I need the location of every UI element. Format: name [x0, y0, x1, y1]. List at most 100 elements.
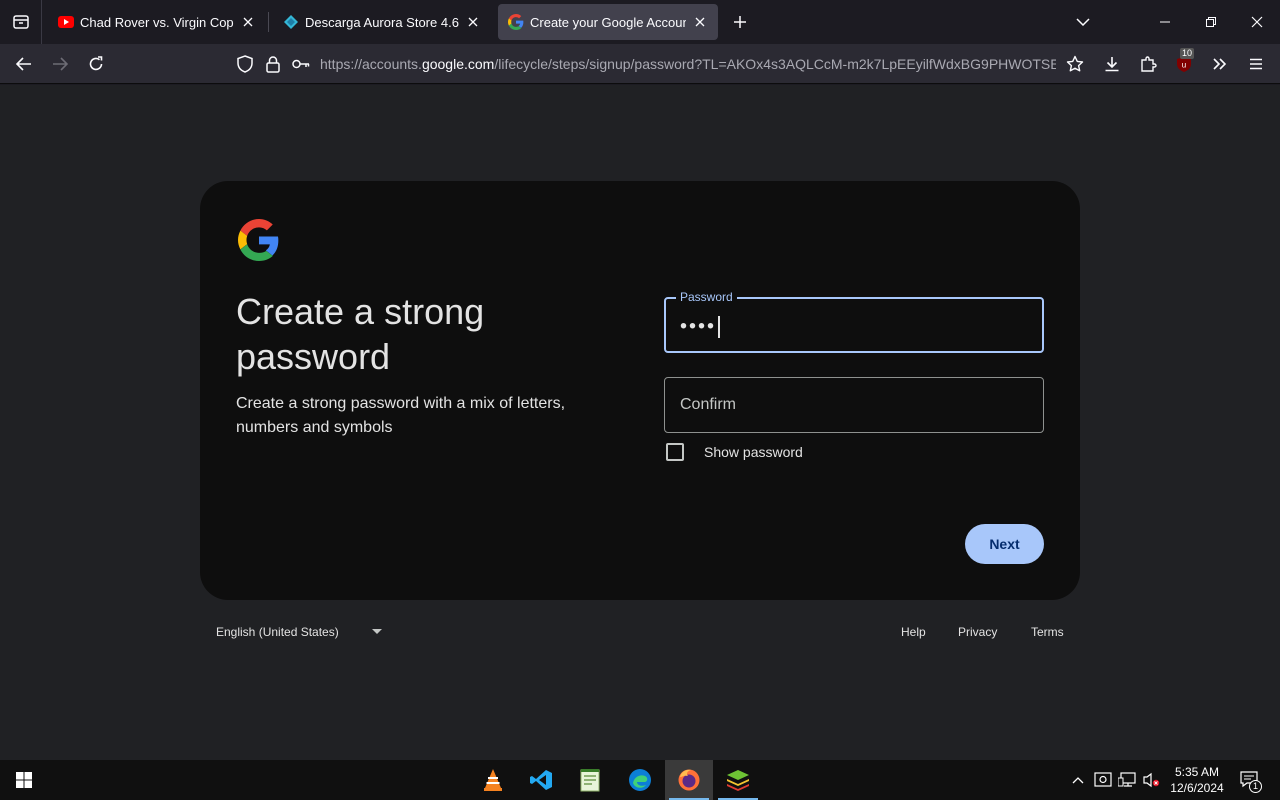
text-caret [718, 316, 721, 338]
arrow-left-icon [16, 57, 31, 71]
clock-time: 5:35 AM [1174, 765, 1220, 779]
minimize-button[interactable] [1142, 0, 1188, 44]
firefox-view-button[interactable] [0, 0, 42, 44]
chevron-down-icon [1076, 18, 1090, 26]
key-icon[interactable] [290, 53, 312, 75]
menu-button[interactable] [1242, 50, 1270, 78]
downloads-button[interactable] [1098, 50, 1126, 78]
confirm-password-field[interactable]: Confirm [664, 377, 1044, 433]
vlc-icon [484, 769, 502, 791]
navigation-toolbar: https://accounts.google.com/lifecycle/st… [0, 44, 1280, 84]
language-selector[interactable]: English (United States) [216, 625, 339, 639]
forward-button[interactable] [46, 50, 74, 78]
tab-youtube[interactable]: Chad Rover vs. Virgin Copilot - [48, 4, 266, 40]
page-footer: English (United States) Help Privacy Ter… [216, 625, 1064, 645]
double-chevron-right-icon [1213, 58, 1227, 70]
list-all-tabs-button[interactable] [1060, 0, 1106, 44]
new-tab-button[interactable] [728, 10, 752, 34]
privacy-link[interactable]: Privacy [958, 625, 997, 639]
help-link[interactable]: Help [901, 625, 926, 639]
taskbar-firefox[interactable] [665, 760, 713, 800]
youtube-icon [58, 14, 74, 30]
vscode-icon [530, 770, 552, 790]
password-value[interactable]: •••• [680, 316, 721, 338]
windows-taskbar: 5:35 AM 12/6/2024 1 [0, 760, 1280, 800]
windows-logo-icon [16, 772, 32, 788]
signup-card: Create a strong password Create a strong… [200, 181, 1080, 600]
tab-aurora-store[interactable]: Descarga Aurora Store 4.6.2 par [273, 4, 491, 40]
edge-icon [629, 769, 651, 791]
close-tab-icon[interactable] [465, 14, 481, 30]
bookmark-star-icon[interactable] [1064, 53, 1086, 75]
tab-title: Create your Google Account [530, 14, 686, 30]
plus-icon [734, 16, 746, 28]
restore-button[interactable] [1188, 0, 1234, 44]
taskbar-vlc[interactable] [469, 760, 517, 800]
page-content: Create a strong password Create a strong… [0, 85, 1280, 760]
reload-button[interactable] [82, 50, 110, 78]
ublock-origin-button[interactable]: u 10 [1170, 48, 1198, 78]
close-window-button[interactable] [1234, 0, 1280, 44]
chevron-up-icon [1072, 777, 1084, 784]
taskbar-edge[interactable] [616, 760, 664, 800]
next-button[interactable]: Next [965, 524, 1044, 564]
close-tab-icon[interactable] [240, 14, 256, 30]
notepad-icon [580, 769, 600, 792]
taskbar-bluestacks[interactable] [714, 760, 762, 800]
puzzle-piece-icon [1141, 56, 1157, 72]
volume-muted-icon [1143, 772, 1160, 788]
taskbar-notepad[interactable] [566, 760, 614, 800]
password-label: Password [676, 290, 737, 304]
terms-link[interactable]: Terms [1031, 625, 1064, 639]
notification-count: 1 [1249, 780, 1262, 793]
tray-app-icon [1094, 772, 1112, 787]
taskbar-vscode[interactable] [517, 760, 565, 800]
url-bar[interactable]: https://accounts.google.com/lifecycle/st… [228, 49, 1094, 79]
extensions-button[interactable] [1134, 50, 1162, 78]
caret-down-icon[interactable] [372, 629, 382, 634]
tab-title: Descarga Aurora Store 4.6.2 par [305, 14, 459, 30]
download-icon [1105, 57, 1119, 72]
page-title: Create a strong password [236, 291, 485, 377]
confirm-placeholder: Confirm [680, 396, 737, 413]
show-password-toggle[interactable]: Show password [666, 443, 803, 461]
extension-badge: 10 [1180, 48, 1195, 59]
reload-icon [89, 56, 103, 71]
lock-icon[interactable] [262, 53, 284, 75]
tab-title: Chad Rover vs. Virgin Copilot - [80, 14, 234, 30]
language-label[interactable]: English (United States) [216, 625, 339, 639]
volume-button[interactable] [1140, 760, 1162, 800]
svg-text:u: u [1182, 61, 1186, 70]
start-button[interactable] [0, 760, 48, 800]
tracking-protection-icon[interactable] [234, 53, 256, 75]
network-button[interactable] [1116, 760, 1138, 800]
clock-date: 12/6/2024 [1170, 781, 1224, 795]
arrow-right-icon [53, 57, 68, 71]
aurora-store-icon [283, 14, 299, 30]
notification-center-button[interactable]: 1 [1234, 760, 1266, 800]
close-icon [1251, 16, 1263, 28]
show-password-label[interactable]: Show password [704, 444, 803, 460]
more-tools-button[interactable] [1206, 50, 1234, 78]
firefox-icon [678, 769, 700, 791]
hamburger-menu-icon [1250, 58, 1262, 70]
tray-app-button[interactable] [1092, 760, 1114, 800]
network-icon [1118, 772, 1136, 787]
bluestacks-icon [727, 770, 749, 791]
show-password-checkbox[interactable] [666, 443, 684, 461]
google-icon [508, 14, 524, 30]
url-text[interactable]: https://accounts.google.com/lifecycle/st… [320, 56, 1056, 72]
show-hidden-icons-button[interactable] [1068, 760, 1088, 800]
page-subtitle: Create a strong password with a mix of l… [236, 395, 566, 436]
password-field[interactable]: Password •••• [664, 290, 1044, 353]
minimize-icon [1160, 21, 1170, 23]
restore-icon [1206, 17, 1216, 27]
firefox-view-icon [12, 15, 29, 29]
tab-bar: Chad Rover vs. Virgin Copilot - Descarga… [0, 0, 1280, 44]
back-button[interactable] [10, 50, 38, 78]
close-tab-icon[interactable] [692, 14, 708, 30]
tab-separator [268, 12, 269, 32]
taskbar-clock[interactable]: 5:35 AM 12/6/2024 [1166, 764, 1228, 796]
google-logo-icon [238, 219, 279, 261]
tab-google-account[interactable]: Create your Google Account [498, 4, 718, 40]
